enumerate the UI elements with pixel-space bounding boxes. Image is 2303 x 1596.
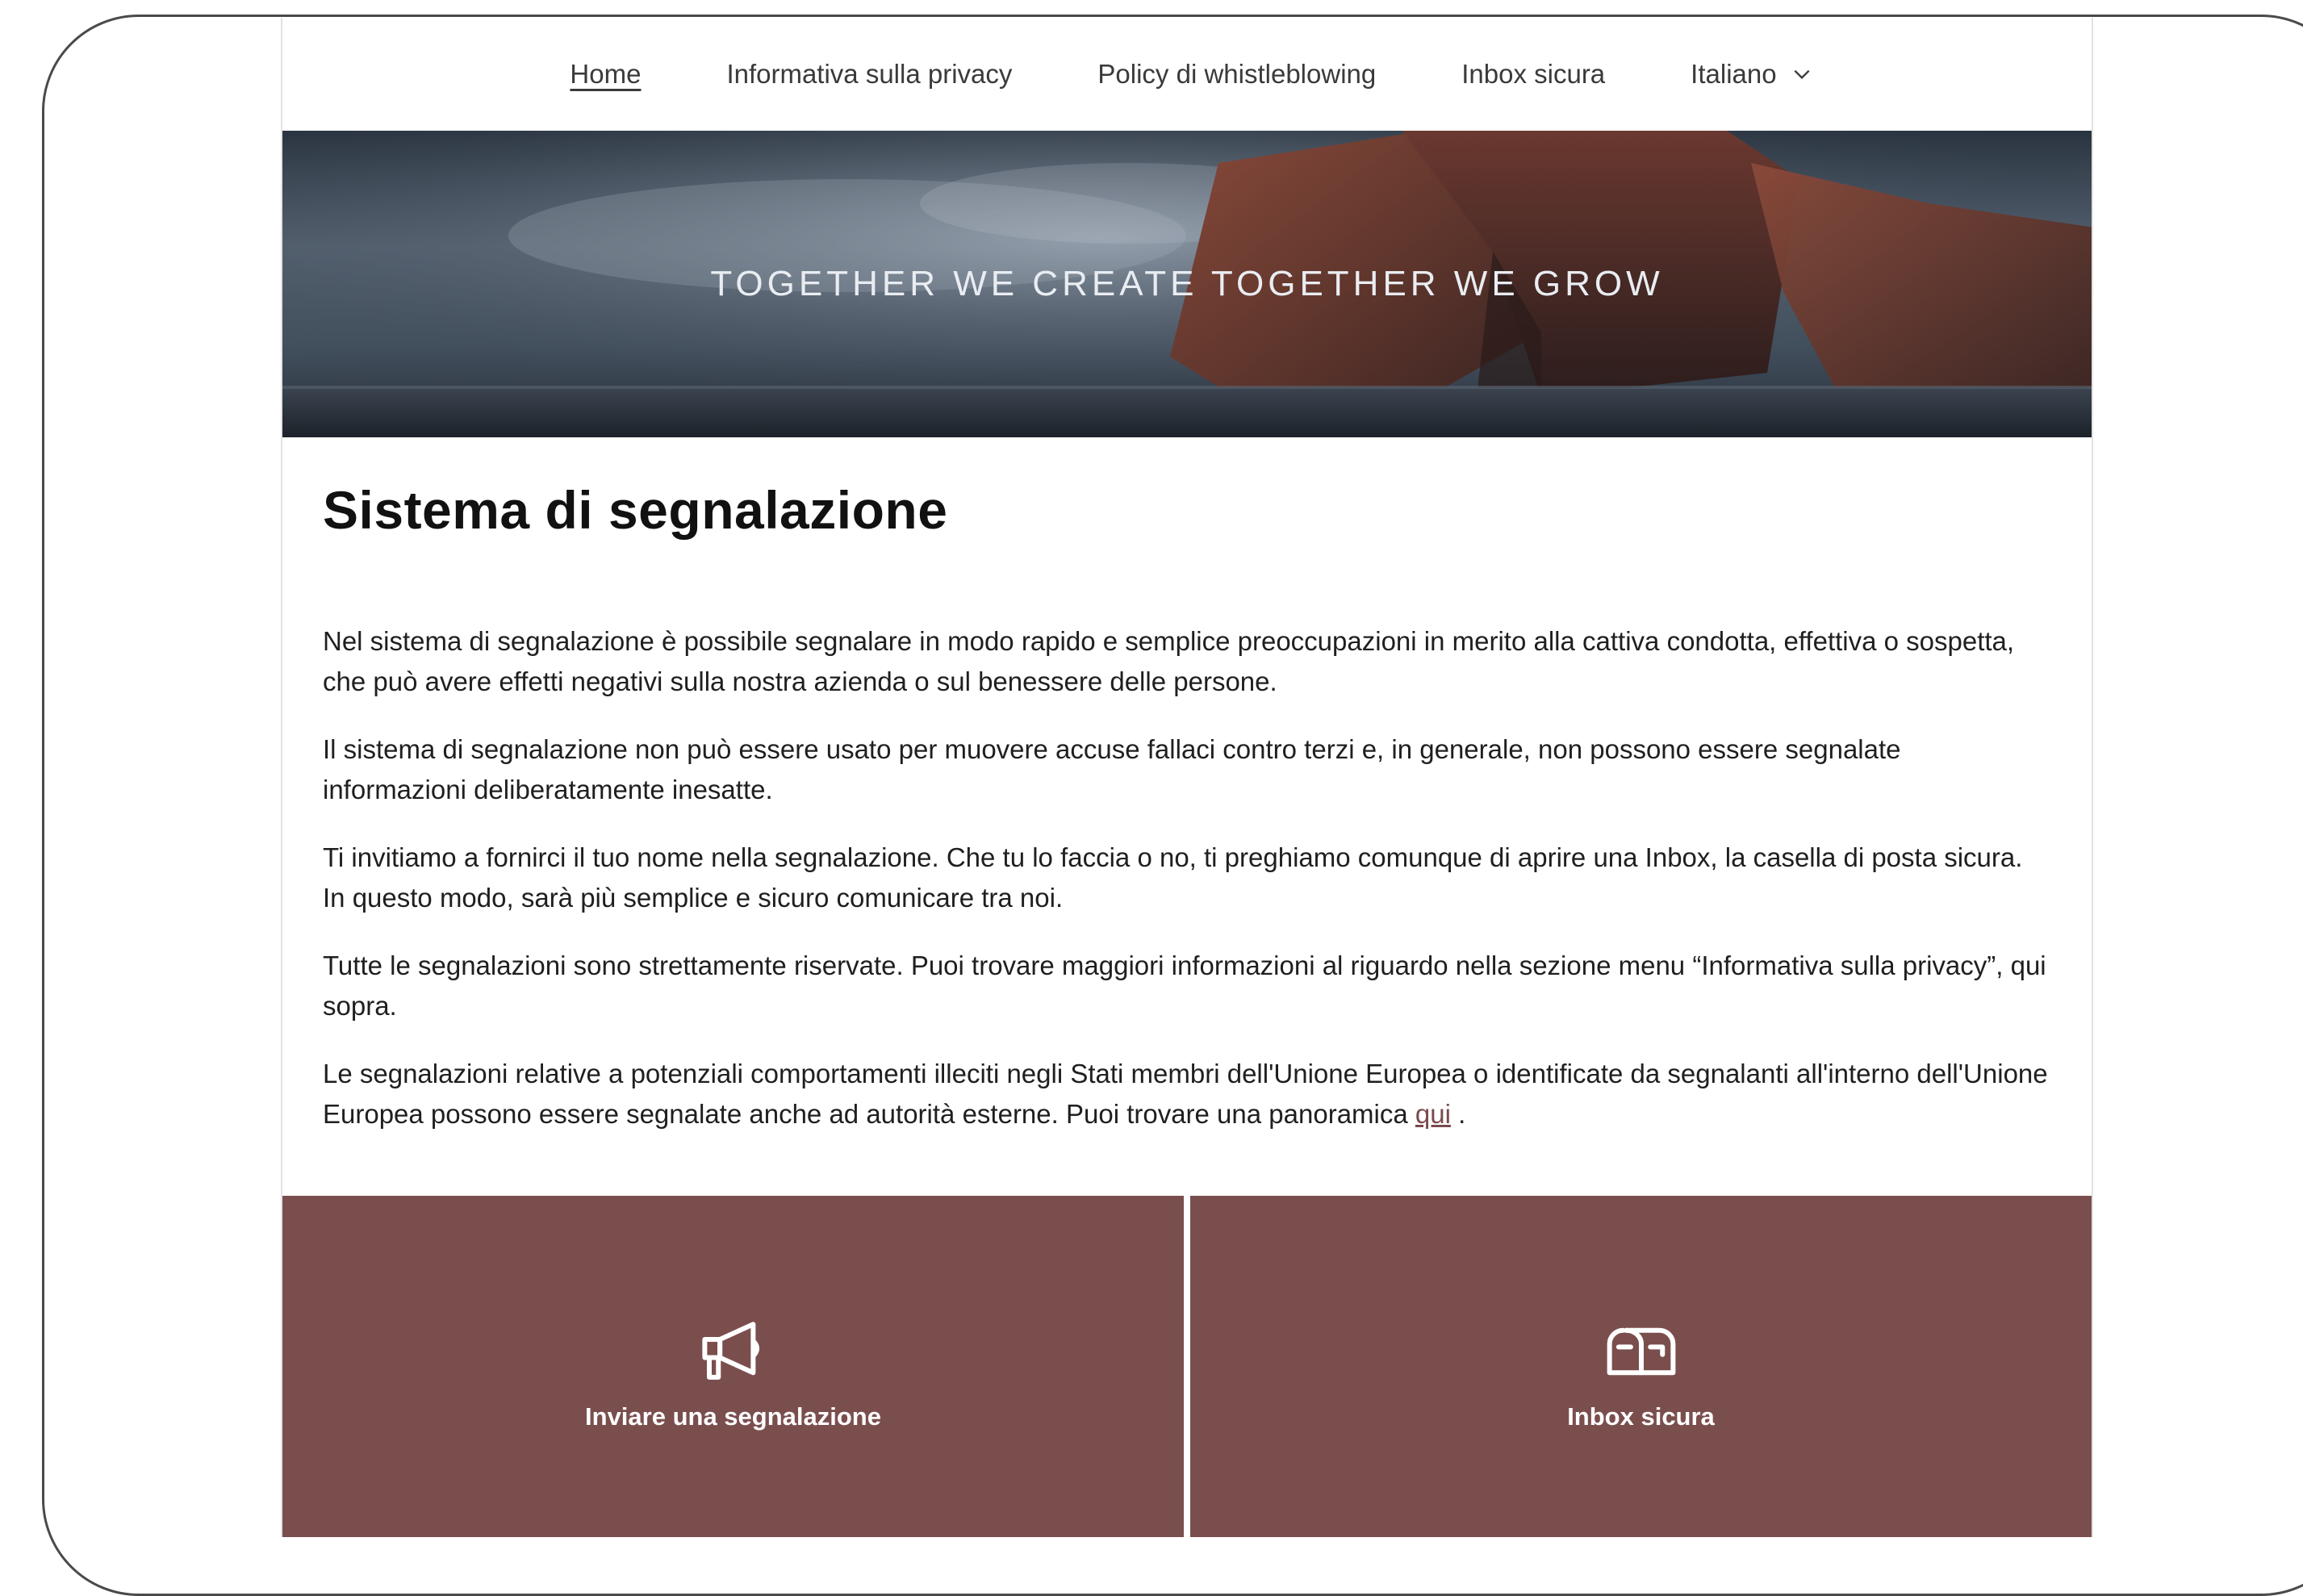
submit-report-button[interactable]: Inviare una segnalazione	[282, 1196, 1184, 1537]
external-authorities-end: .	[1450, 1099, 1466, 1129]
secure-inbox-label: Inbox sicura	[1567, 1402, 1715, 1431]
page-title: Sistema di segnalazione	[323, 480, 948, 540]
nav-secure-inbox[interactable]: Inbox sicura	[1461, 59, 1605, 90]
secure-inbox-button[interactable]: Inbox sicura	[1190, 1196, 2092, 1537]
hero-tagline: TOGETHER WE CREATE TOGETHER WE GROW	[710, 264, 1664, 303]
mailbox-icon	[1607, 1327, 1675, 1376]
paragraph-intro: Nel sistema di segnalazione è possibile …	[323, 626, 2015, 696]
whistleblowing-page: Home Informativa sulla privacy Policy di…	[281, 18, 2093, 1537]
submit-report-label: Inviare una segnalazione	[585, 1402, 881, 1431]
top-nav: Home Informativa sulla privacy Policy di…	[282, 18, 2092, 131]
external-authorities-text: Le segnalazioni relative a potenziali co…	[323, 1059, 2048, 1129]
paragraph-privacy: Tutte le segnalazioni sono strettamente …	[323, 950, 2046, 1021]
megaphone-icon	[701, 1322, 759, 1380]
nav-whistleblowing-policy[interactable]: Policy di whistleblowing	[1097, 59, 1376, 90]
paragraph-external-authorities: Le segnalazioni relative a potenziali co…	[323, 1054, 2051, 1134]
main-content: Sistema di segnalazione Nel sistema di s…	[282, 437, 2092, 1134]
nav-privacy[interactable]: Informativa sulla privacy	[726, 59, 1012, 90]
language-label: Italiano	[1691, 59, 1777, 89]
nav-home[interactable]: Home	[570, 59, 641, 90]
action-tiles: Inviare una segnalazione Inbox sicura	[282, 1196, 2092, 1537]
language-selector[interactable]: Italiano	[1691, 59, 1812, 90]
paragraph-inbox: Ti invitiamo a fornirci il tuo nome nell…	[323, 842, 2023, 913]
hero-banner: TOGETHER WE CREATE TOGETHER WE GROW	[282, 131, 2092, 437]
overview-link[interactable]: qui	[1415, 1099, 1451, 1129]
chevron-down-icon	[1794, 69, 1810, 80]
paragraph-misuse: Il sistema di segnalazione non può esser…	[323, 734, 1901, 804]
